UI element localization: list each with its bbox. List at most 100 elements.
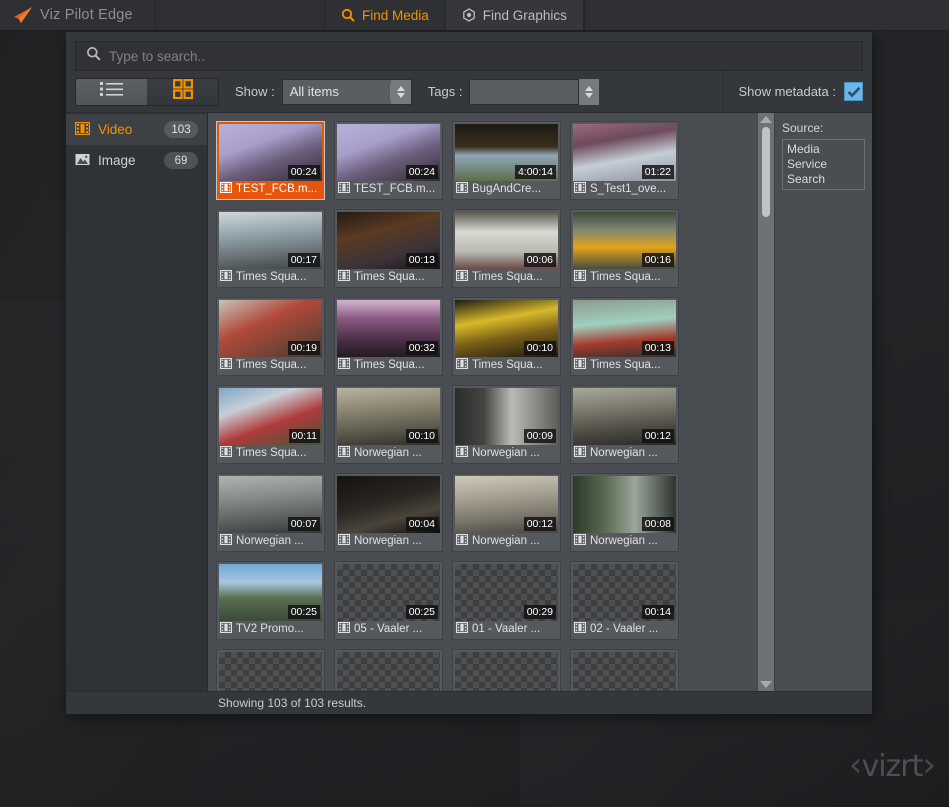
- media-card[interactable]: [570, 649, 679, 691]
- media-card-label: Times Squa...: [219, 445, 322, 461]
- media-card[interactable]: 00:29 01 - Vaaler ...: [452, 561, 561, 640]
- media-card[interactable]: 00:11 Times Squa...: [216, 385, 325, 464]
- media-card-label: Times Squa...: [337, 357, 440, 373]
- media-card-label: Times Squa...: [219, 357, 322, 373]
- media-card[interactable]: 00:25 TV2 Promo...: [216, 561, 325, 640]
- media-card[interactable]: 00:13 Times Squa...: [570, 297, 679, 376]
- media-card[interactable]: 00:10 Norwegian ...: [334, 385, 443, 464]
- duration-badge: 00:07: [287, 517, 320, 531]
- media-card-label: TV2 Promo...: [219, 621, 322, 637]
- media-thumbnail: 00:19: [219, 300, 322, 357]
- media-card-title: Norwegian ...: [590, 447, 658, 459]
- media-card[interactable]: 4:00:14 BugAndCre...: [452, 121, 561, 200]
- media-card-label: Times Squa...: [455, 269, 558, 285]
- media-thumbnail: 00:10: [455, 300, 558, 357]
- film-icon: [219, 357, 233, 373]
- media-card[interactable]: [334, 649, 443, 691]
- media-card[interactable]: 00:17 Times Squa...: [216, 209, 325, 288]
- media-thumbnail: 00:16: [573, 212, 676, 269]
- duration-badge: 00:11: [288, 429, 320, 443]
- film-icon: [219, 181, 233, 197]
- media-card[interactable]: 00:08 Norwegian ...: [570, 473, 679, 552]
- media-card-label: 05 - Vaaler ...: [337, 621, 440, 637]
- media-card-label: Norwegian ...: [573, 445, 676, 461]
- media-thumbnail: 00:29: [455, 564, 558, 621]
- media-card-selected[interactable]: 00:24 TEST_FCB.m...: [216, 121, 325, 200]
- film-icon: [455, 269, 469, 285]
- duration-badge: 00:17: [287, 253, 320, 267]
- media-thumbnail: 00:09: [455, 388, 558, 445]
- media-card-title: Times Squa...: [236, 447, 307, 459]
- duration-badge: 00:29: [523, 605, 556, 619]
- tab-find-graphics[interactable]: Find Graphics: [445, 0, 584, 30]
- film-icon: [337, 533, 351, 549]
- media-card[interactable]: 00:12 Norwegian ...: [452, 473, 561, 552]
- show-metadata-checkbox[interactable]: [844, 82, 863, 101]
- media-card[interactable]: [452, 649, 561, 691]
- film-icon: [337, 269, 351, 285]
- media-thumbnail: 00:25: [219, 564, 322, 621]
- media-thumbnail: 00:13: [573, 300, 676, 357]
- search-box[interactable]: [75, 41, 863, 71]
- media-card[interactable]: 00:06 Times Squa...: [452, 209, 561, 288]
- film-icon: [573, 181, 587, 197]
- duration-badge: 00:12: [641, 429, 674, 443]
- results-scrollbar[interactable]: [757, 113, 774, 691]
- top-bar: Viz Pilot Edge Find Media Find Graphics: [0, 0, 949, 31]
- film-icon: [573, 533, 587, 549]
- duration-badge: 00:12: [523, 517, 556, 531]
- scrollbar-track[interactable]: [758, 123, 774, 681]
- media-card-title: BugAndCre...: [472, 183, 542, 195]
- sidebar-item-count: 103: [164, 121, 198, 138]
- media-card-title: Norwegian ...: [236, 535, 304, 547]
- scroll-up-icon[interactable]: [760, 116, 772, 123]
- media-card[interactable]: 00:07 Norwegian ...: [216, 473, 325, 552]
- duration-badge: 00:10: [523, 341, 556, 355]
- tags-field-wrap[interactable]: [469, 78, 600, 105]
- media-card[interactable]: 00:10 Times Squa...: [452, 297, 561, 376]
- sidebar-item-video[interactable]: Video 103: [66, 114, 207, 145]
- duration-badge: 00:04: [405, 517, 438, 531]
- show-select[interactable]: All items: [281, 78, 412, 105]
- chevron-updown-icon[interactable]: [390, 79, 411, 104]
- media-card[interactable]: 00:13 Times Squa...: [334, 209, 443, 288]
- view-toggle[interactable]: [75, 77, 219, 106]
- media-card[interactable]: 00:12 Norwegian ...: [570, 385, 679, 464]
- results-pane: 00:24 TEST_FCB.m... 00:24 TEST_FCB.m... 4:00…: [208, 113, 774, 691]
- tags-chevron-updown-icon[interactable]: [579, 78, 600, 105]
- media-thumbnail: 00:11: [219, 388, 322, 445]
- media-card[interactable]: 00:25 05 - Vaaler ...: [334, 561, 443, 640]
- search-input[interactable]: [109, 48, 852, 64]
- app-title: Viz Pilot Edge: [40, 7, 133, 23]
- media-card[interactable]: 00:19 Times Squa...: [216, 297, 325, 376]
- film-icon: [219, 445, 233, 461]
- media-card[interactable]: [216, 649, 325, 691]
- media-card[interactable]: 00:14 02 - Vaaler ...: [570, 561, 679, 640]
- scrollbar-thumb[interactable]: [762, 127, 770, 217]
- tab-find-media[interactable]: Find Media: [325, 0, 446, 30]
- list-view-button[interactable]: [76, 78, 147, 105]
- status-bar: Showing 103 of 103 results.: [66, 691, 872, 714]
- media-thumbnail: 01:22: [573, 124, 676, 181]
- film-icon: [573, 269, 587, 285]
- duration-badge: 00:08: [641, 517, 674, 531]
- media-thumbnail: [455, 652, 558, 691]
- media-card[interactable]: 00:32 Times Squa...: [334, 297, 443, 376]
- content-area: Video 103 Image 69 00:24 TEST_FCB.m... 00:…: [66, 113, 872, 691]
- media-card-label: Times Squa...: [573, 357, 676, 373]
- check-icon: [847, 86, 860, 97]
- duration-badge: 00:06: [523, 253, 556, 267]
- media-card[interactable]: 00:24 TEST_FCB.m...: [334, 121, 443, 200]
- grid-view-button[interactable]: [147, 78, 218, 105]
- scroll-down-icon[interactable]: [760, 681, 772, 688]
- media-card[interactable]: 00:16 Times Squa...: [570, 209, 679, 288]
- sidebar-item-image[interactable]: Image 69: [66, 145, 207, 176]
- duration-badge: 4:00:14: [514, 165, 556, 179]
- media-card-title: TEST_FCB.m...: [236, 183, 318, 195]
- media-card[interactable]: 01:22 S_Test1_ove...: [570, 121, 679, 200]
- media-card-title: 01 - Vaaler ...: [472, 623, 541, 635]
- media-card[interactable]: 00:09 Norwegian ...: [452, 385, 561, 464]
- sidebar-item-count: 69: [164, 152, 198, 169]
- tags-input[interactable]: [469, 78, 580, 105]
- media-card[interactable]: 00:04 Norwegian ...: [334, 473, 443, 552]
